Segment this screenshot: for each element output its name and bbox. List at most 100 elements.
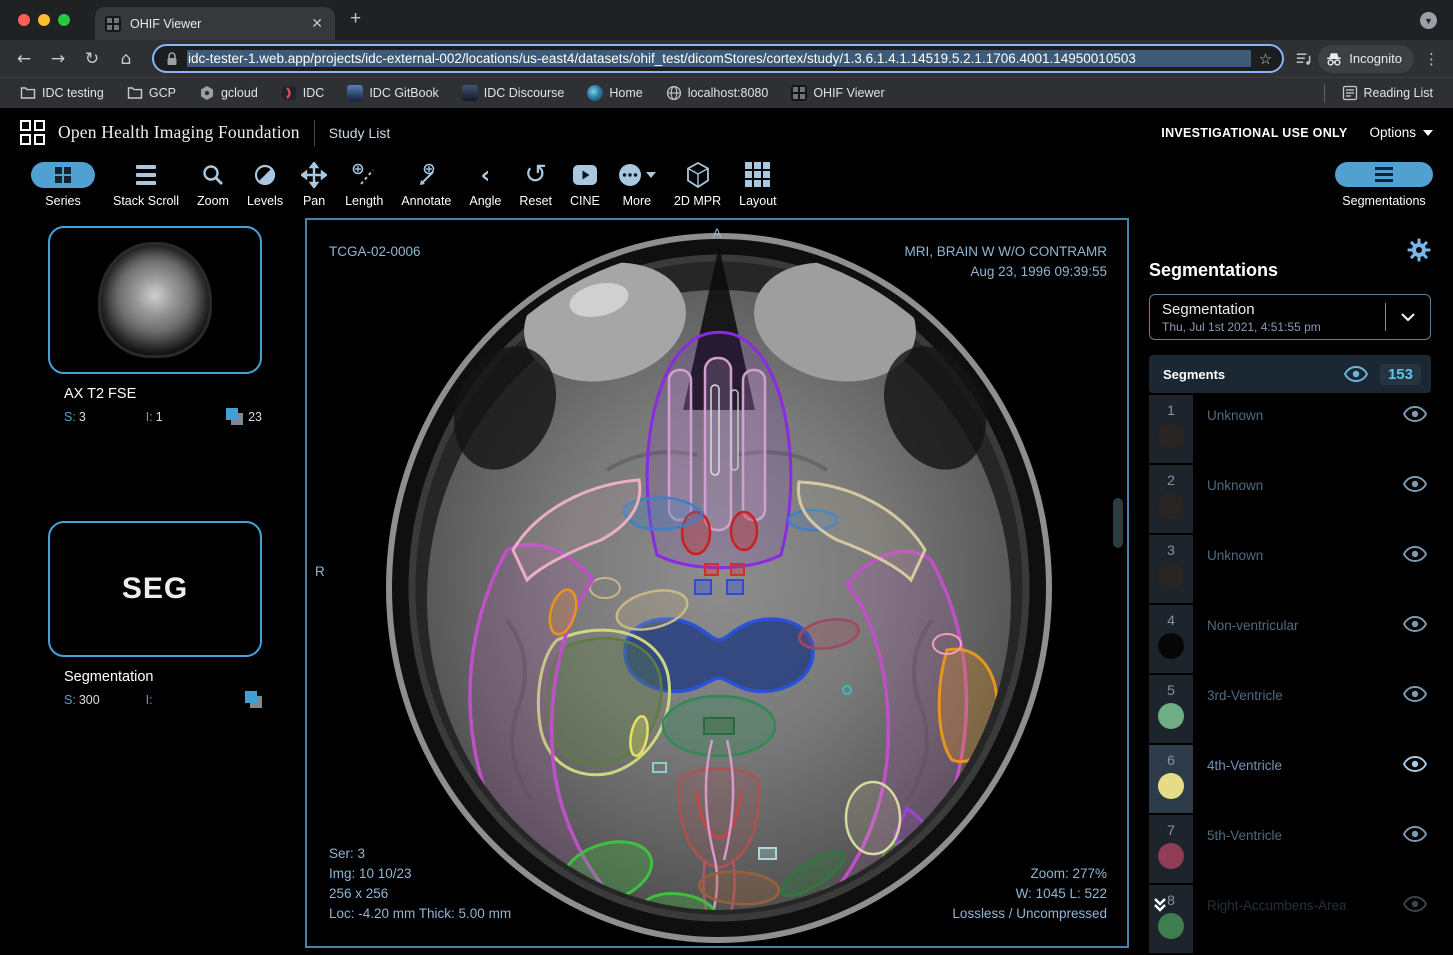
active-viewport[interactable]: TCGA-02-0006 A R MRI, BRAIN W W/O CONTRA…	[305, 218, 1129, 948]
more-ellipsis-icon	[618, 163, 642, 187]
series-grid-icon	[55, 167, 71, 183]
bookmark-home[interactable]: Home	[581, 85, 648, 101]
segments-count-badge: 153	[1380, 364, 1421, 385]
instances-stack-icon	[226, 408, 243, 425]
segment-row-6[interactable]: 6 4th-Ventricle	[1149, 745, 1431, 813]
visibility-eye-icon[interactable]	[1403, 896, 1427, 912]
tool-levels[interactable]: Levels	[238, 160, 292, 208]
gear-icon[interactable]	[1407, 238, 1431, 262]
more-caret-icon	[646, 172, 656, 178]
segment-row-5[interactable]: 5 3rd-Ventricle	[1149, 675, 1431, 743]
stack-scroll-icon	[136, 165, 156, 185]
header-divider	[314, 120, 315, 146]
app-toolbar: Series Stack Scroll Zoom Levels Pan Leng…	[0, 158, 1453, 218]
series-title: AX T2 FSE	[64, 386, 305, 402]
incognito-label: Incognito	[1349, 51, 1402, 66]
tool-more[interactable]: More	[609, 160, 665, 208]
bookmark-idc[interactable]: IDC	[275, 85, 331, 101]
media-controls-icon[interactable]	[1296, 51, 1312, 67]
visibility-eye-icon[interactable]	[1403, 406, 1427, 422]
address-bar[interactable]: idc-tester-1.web.app/projects/idc-extern…	[152, 44, 1284, 73]
segmentation-selector[interactable]: Segmentation Thu, Jul 1st 2021, 4:51:55 …	[1149, 294, 1431, 340]
series-thumbnail-image	[98, 242, 212, 358]
browser-tab[interactable]: OHIF Viewer ✕	[95, 7, 335, 40]
bookmark-ohif-viewer[interactable]: OHIF Viewer	[785, 85, 890, 101]
segmentations-list-icon	[1375, 167, 1393, 182]
segmentations-active-pill	[1335, 162, 1433, 187]
series-active-pill	[31, 162, 95, 188]
folder-icon	[127, 85, 143, 101]
viewport-scrollbar[interactable]	[1113, 498, 1123, 548]
ohif-favicon	[105, 16, 121, 32]
toggle-all-visibility-icon[interactable]	[1344, 366, 1368, 382]
tab-close-icon[interactable]: ✕	[309, 15, 325, 32]
tool-reset[interactable]: ↺ Reset	[510, 160, 561, 208]
chevron-down-icon[interactable]	[1386, 313, 1430, 322]
visibility-eye-icon[interactable]	[1403, 476, 1427, 492]
back-icon[interactable]: ←	[10, 45, 38, 73]
options-menu[interactable]: Options	[1369, 125, 1433, 140]
forward-icon[interactable]: →	[44, 45, 72, 73]
zoom-info-overlay: Zoom: 277% W: 1045 L: 522 Lossless / Unc…	[952, 864, 1107, 924]
series-title: Segmentation	[64, 669, 305, 685]
reading-list-icon	[1342, 85, 1358, 101]
segment-color-swatch	[1158, 423, 1184, 449]
study-list-link[interactable]: Study List	[329, 125, 390, 141]
url-text[interactable]: idc-tester-1.web.app/projects/idc-extern…	[187, 50, 1251, 67]
segment-color-swatch	[1158, 773, 1184, 799]
home-favicon	[587, 85, 603, 101]
window-controls	[18, 14, 70, 26]
bookmark-idc-discourse[interactable]: IDC Discourse	[456, 85, 571, 101]
tool-length[interactable]: Length	[336, 160, 392, 208]
bookmark-idc-testing[interactable]: IDC testing	[14, 85, 110, 101]
segment-row-8[interactable]: 8 Right-Accumbens-Area	[1149, 885, 1431, 953]
visibility-eye-icon[interactable]	[1403, 546, 1427, 562]
browser-menu-icon[interactable]: ⋮	[1420, 50, 1443, 68]
visibility-eye-icon[interactable]	[1403, 756, 1427, 772]
reload-icon[interactable]: ↻	[78, 45, 106, 73]
series-thumbnail-seg[interactable]: SEG	[48, 521, 262, 657]
segment-color-swatch	[1158, 633, 1184, 659]
visibility-eye-icon[interactable]	[1403, 826, 1427, 842]
segment-row-4[interactable]: 4 Non-ventricular	[1149, 605, 1431, 673]
segment-row-7[interactable]: 7 5th-Ventricle	[1149, 815, 1431, 883]
tool-layout[interactable]: Layout	[730, 160, 786, 208]
segment-color-swatch	[1158, 493, 1184, 519]
tool-annotate[interactable]: Annotate	[392, 160, 460, 208]
visibility-eye-icon[interactable]	[1403, 686, 1427, 702]
home-icon[interactable]: ⌂	[112, 45, 140, 73]
maximize-window-button[interactable]	[58, 14, 70, 26]
series-thumbnail-ax-t2[interactable]	[48, 226, 262, 374]
seg-modality-text: SEG	[122, 572, 188, 606]
ohif-app: Open Health Imaging Foundation Study Lis…	[0, 108, 1453, 955]
scroll-more-chevron-icon[interactable]	[1153, 897, 1167, 918]
segment-row-1[interactable]: 1 Unknown	[1149, 395, 1431, 463]
tool-segmentations[interactable]: Segmentations	[1335, 160, 1437, 208]
segment-row-3[interactable]: 3 Unknown	[1149, 535, 1431, 603]
segments-header: Segments 153	[1149, 355, 1431, 393]
bookmark-gcp[interactable]: GCP	[121, 85, 182, 101]
minimize-window-button[interactable]	[38, 14, 50, 26]
new-tab-button[interactable]: +	[350, 9, 361, 28]
tool-stack-scroll[interactable]: Stack Scroll	[104, 160, 188, 208]
bookmark-gcloud[interactable]: gcloud	[193, 85, 264, 101]
discourse-icon	[462, 85, 478, 101]
tool-2d-mpr[interactable]: 2D MPR	[665, 160, 730, 208]
bookmark-idc-gitbook[interactable]: IDC GitBook	[341, 85, 444, 101]
mpr-cube-icon	[686, 162, 710, 188]
incognito-icon	[1326, 51, 1342, 67]
ohif-logo[interactable]	[20, 120, 45, 145]
reading-list-button[interactable]: Reading List	[1336, 85, 1440, 101]
tool-pan[interactable]: Pan	[292, 160, 336, 208]
close-window-button[interactable]	[18, 14, 30, 26]
tool-series[interactable]: Series	[22, 160, 104, 208]
tool-angle[interactable]: ‹ Angle	[460, 160, 510, 208]
bookmark-localhost[interactable]: localhost:8080	[660, 85, 775, 101]
ohif-favicon	[791, 85, 807, 101]
bookmark-star-icon[interactable]: ☆	[1259, 50, 1272, 68]
segment-row-2[interactable]: 2 Unknown	[1149, 465, 1431, 533]
tool-zoom[interactable]: Zoom	[188, 160, 238, 208]
chrome-chevron-icon[interactable]: ▼	[1420, 12, 1437, 29]
visibility-eye-icon[interactable]	[1403, 616, 1427, 632]
tool-cine[interactable]: CINE	[561, 160, 609, 208]
